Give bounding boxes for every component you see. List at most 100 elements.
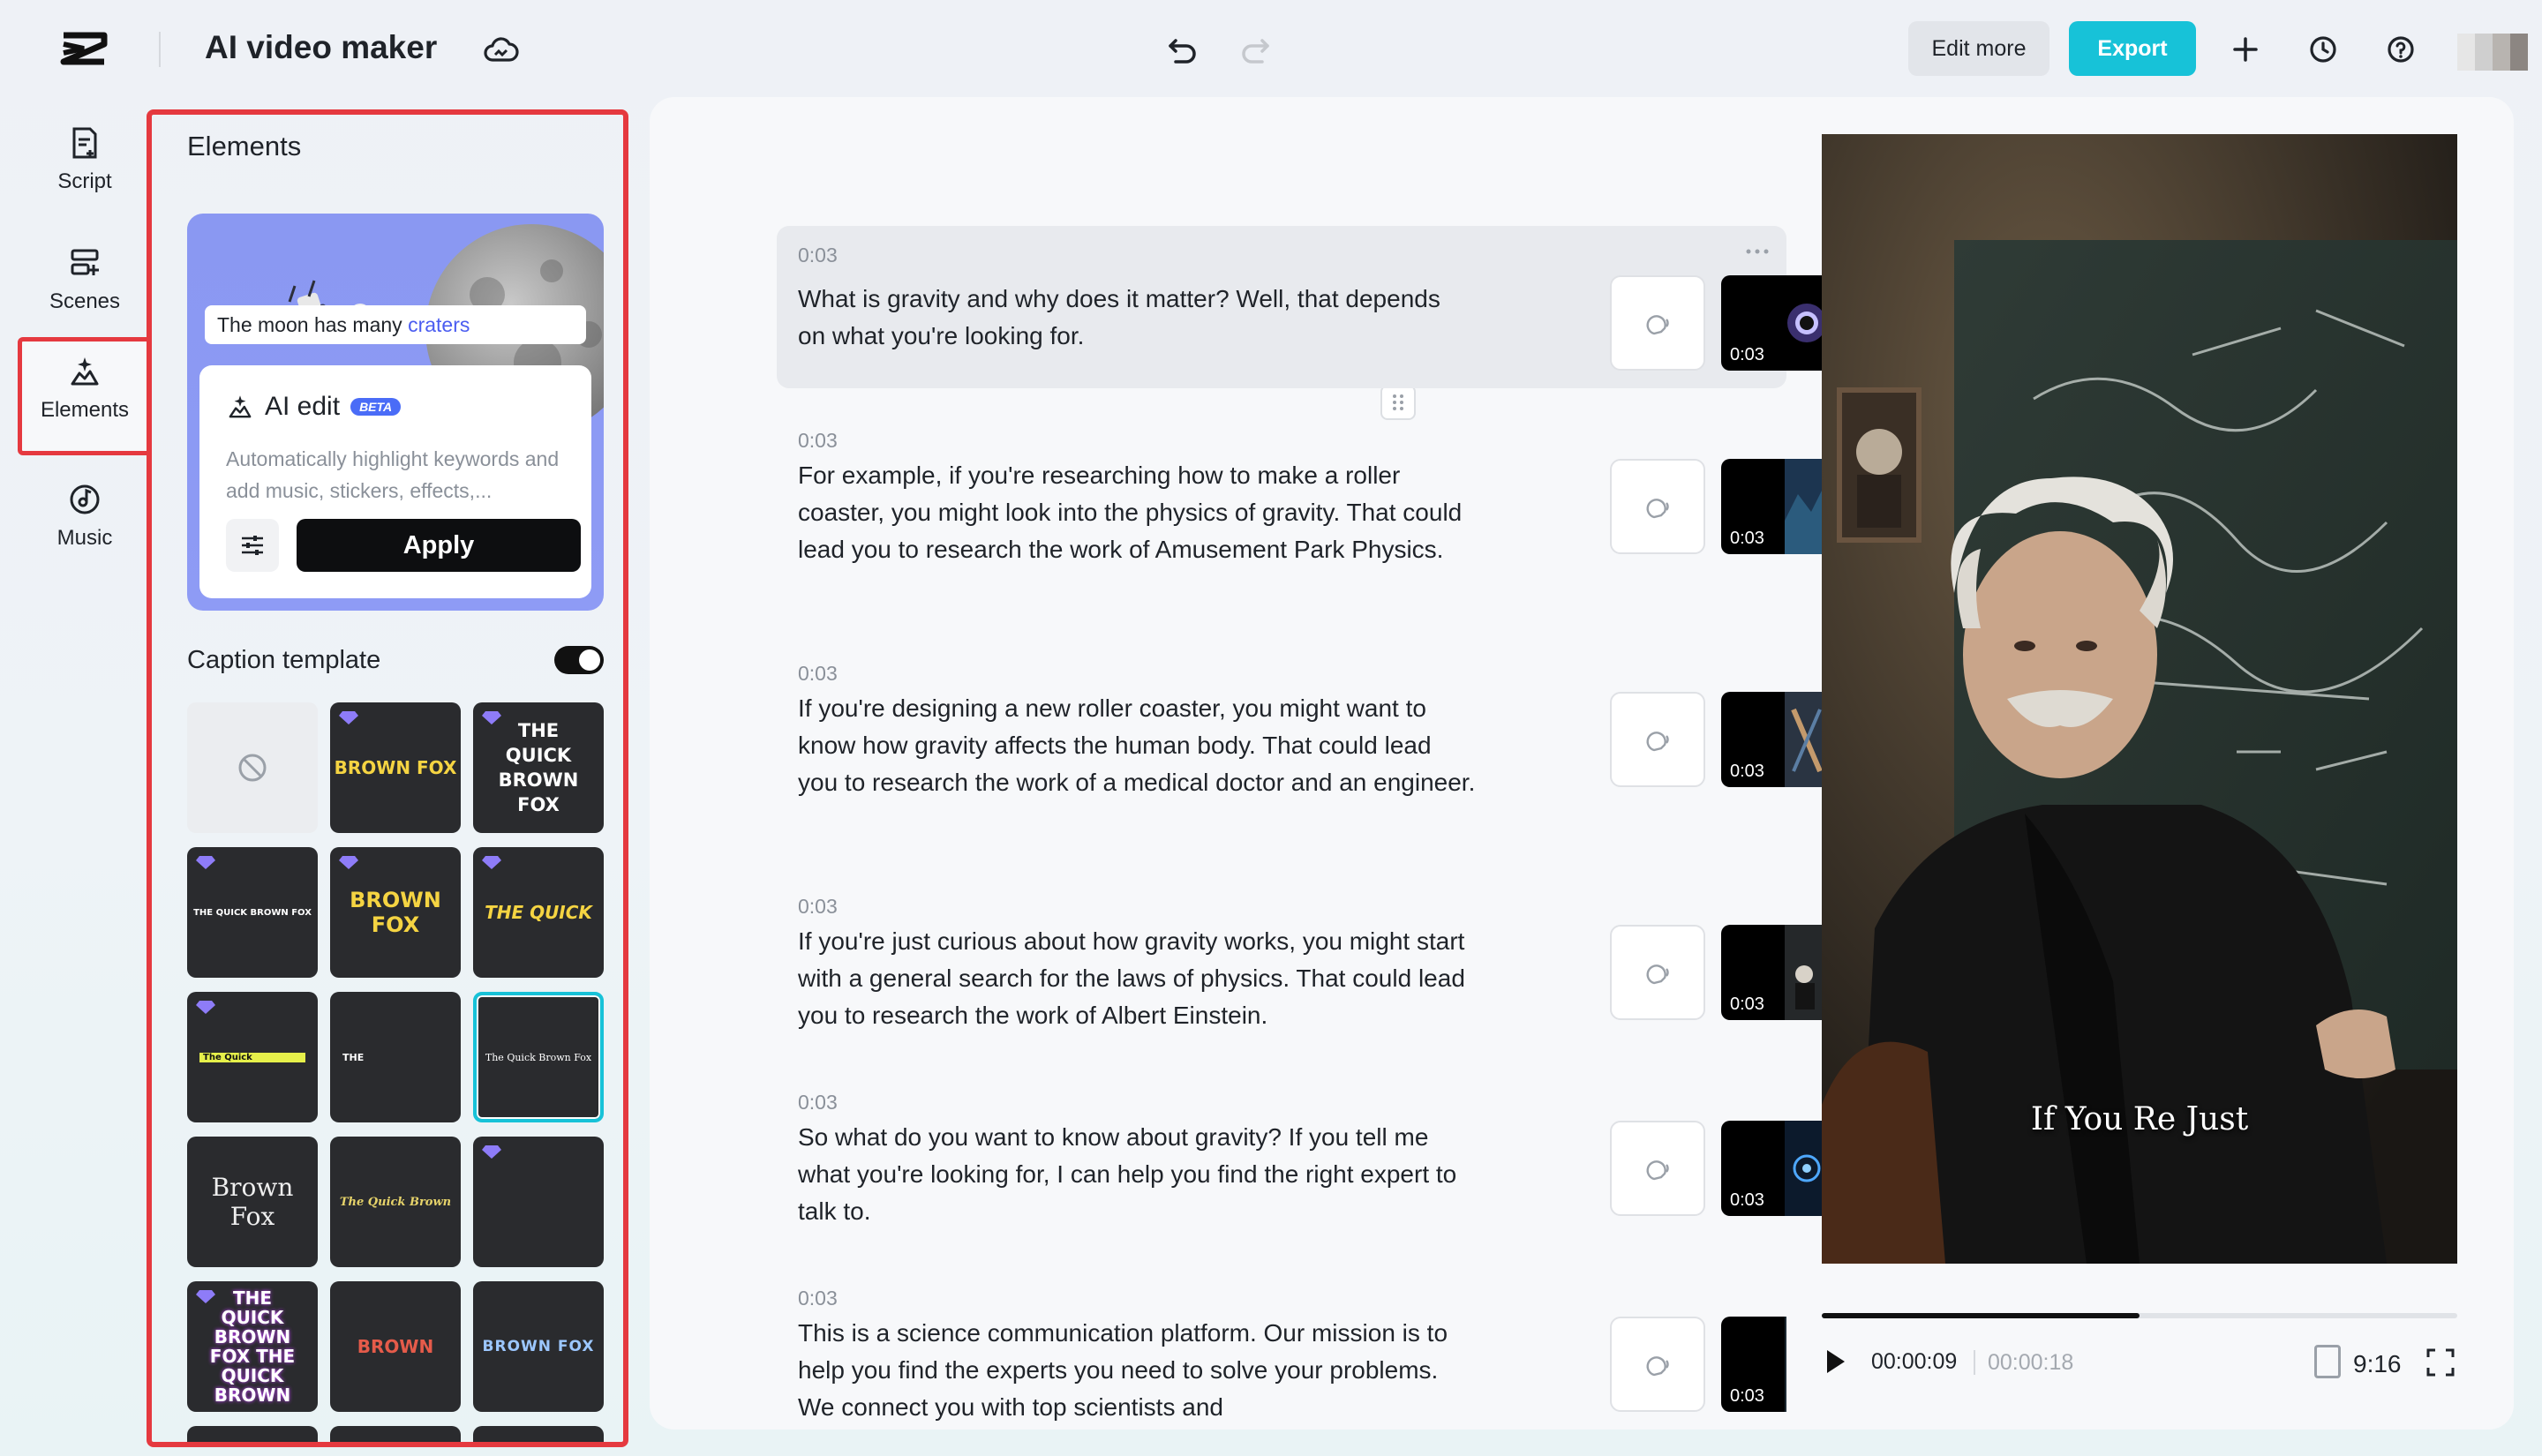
scene-duration: 0:03 xyxy=(1730,529,1764,549)
more-icon[interactable] xyxy=(1744,247,1771,256)
row-text[interactable]: So what do you want to know about gravit… xyxy=(798,1119,1469,1230)
progress-bar[interactable] xyxy=(1822,1313,2457,1318)
rail-item-scenes[interactable]: Scenes xyxy=(18,233,152,339)
template-tile[interactable]: THE QUICK xyxy=(473,847,604,978)
row-text[interactable]: What is gravity and why does it matter? … xyxy=(798,281,1469,355)
scene-image xyxy=(1785,1317,1786,1412)
premium-gem-icon xyxy=(339,709,358,725)
template-tile[interactable]: Brown Fox xyxy=(187,1137,318,1267)
voice-button[interactable] xyxy=(1610,1121,1705,1216)
video-preview[interactable]: If You Re Just xyxy=(1822,134,2457,1264)
template-tile[interactable]: THE QUICK BROWN FOX xyxy=(187,847,318,978)
template-tile[interactable]: BROWN FOX xyxy=(330,847,461,978)
row-text[interactable]: If you're designing a new roller coaster… xyxy=(798,690,1478,801)
help-icon[interactable] xyxy=(2381,30,2420,69)
settings-button[interactable] xyxy=(226,519,279,572)
row-text[interactable]: If you're just curious about how gravity… xyxy=(798,923,1469,1034)
preview-caption: If You Re Just xyxy=(1822,1101,2457,1137)
script-row[interactable]: 0:03 This is a science communication pla… xyxy=(777,1267,1786,1430)
row-text[interactable]: This is a science communication platform… xyxy=(798,1315,1469,1426)
template-tile-selected[interactable]: The Quick Brown Fox xyxy=(473,992,604,1122)
row-time: 0:03 xyxy=(798,429,838,453)
script-row[interactable]: 0:03 If you're just curious about how gr… xyxy=(777,875,1786,1052)
script-row-active[interactable]: 0:03 What is gravity and why does it mat… xyxy=(777,226,1786,388)
avatar[interactable] xyxy=(2457,34,2528,71)
template-text: THE QUICK BROWN FOX THE QUICK BROWN xyxy=(199,1288,305,1405)
apply-button[interactable]: Apply xyxy=(297,519,581,572)
template-tile[interactable]: THE QUICK BROWN FOX THE QUICK BROWN xyxy=(187,1281,318,1412)
template-text: The Quick Brown Fox xyxy=(485,1052,591,1063)
app-title: AI video maker xyxy=(205,29,437,66)
premium-gem-icon xyxy=(482,1144,501,1160)
template-text: THE xyxy=(342,1052,364,1063)
voice-button[interactable] xyxy=(1610,459,1705,554)
premium-gem-icon xyxy=(196,1288,215,1304)
template-tile[interactable] xyxy=(473,1137,604,1267)
template-text: The Quick Brown xyxy=(340,1196,451,1209)
sliders-icon xyxy=(238,531,267,559)
caption-template-toggle[interactable] xyxy=(554,646,604,674)
elements-icon xyxy=(67,354,102,389)
ai-edit-box: AI edit BETA Automatically highlight key… xyxy=(199,365,591,598)
rail-item-elements[interactable]: Elements xyxy=(18,337,152,455)
scene-duration: 0:03 xyxy=(1730,1190,1764,1211)
script-row[interactable]: 0:03 If you're designing a new roller co… xyxy=(777,642,1786,852)
rail-label: Scenes xyxy=(18,289,152,314)
voice-button[interactable] xyxy=(1610,1317,1705,1412)
template-text: BROWN FOX xyxy=(483,1338,595,1355)
cloud-sync-icon[interactable] xyxy=(482,32,519,69)
template-tile[interactable]: The Quick xyxy=(187,992,318,1122)
voice-button[interactable] xyxy=(1610,925,1705,1020)
ai-edit-icon xyxy=(226,393,254,421)
capcut-logo-icon[interactable] xyxy=(58,26,109,71)
voice-icon xyxy=(1645,1352,1673,1380)
rail-item-script[interactable]: Script xyxy=(18,113,152,219)
premium-gem-icon xyxy=(339,854,358,870)
rail-item-music[interactable]: Music xyxy=(18,469,152,575)
template-tile[interactable] xyxy=(473,1426,604,1447)
undo-icon[interactable] xyxy=(1163,30,1202,69)
template-tile[interactable] xyxy=(187,1426,318,1447)
voice-button[interactable] xyxy=(1610,275,1705,371)
preview-image xyxy=(1822,134,2457,1264)
redo-icon[interactable] xyxy=(1236,30,1275,69)
template-none[interactable] xyxy=(187,702,318,833)
fullscreen-icon[interactable] xyxy=(2425,1347,2456,1377)
template-text: BROWN FOX xyxy=(335,757,457,778)
progress-fill xyxy=(1822,1313,2140,1318)
edit-more-button[interactable]: Edit more xyxy=(1908,21,2049,76)
voice-icon xyxy=(1645,960,1673,988)
row-time: 0:03 xyxy=(798,244,838,267)
script-row[interactable]: 0:03 So what do you want to know about g… xyxy=(777,1071,1786,1248)
scene-duration: 0:03 xyxy=(1730,762,1764,782)
template-tile[interactable]: BROWN FOX xyxy=(473,1281,604,1412)
template-tile[interactable] xyxy=(330,1426,461,1447)
row-text[interactable]: For example, if you're researching how t… xyxy=(798,457,1469,568)
voice-icon xyxy=(1645,1156,1673,1184)
voice-icon xyxy=(1645,727,1673,755)
aspect-ratio-icon[interactable] xyxy=(2314,1345,2341,1378)
template-tile[interactable]: THE QUICK BROWN FOX xyxy=(473,702,604,833)
history-icon[interactable] xyxy=(2304,30,2343,69)
script-row[interactable]: 0:03 For example, if you're researching … xyxy=(777,409,1786,619)
elements-panel: Elements The moon has many craters xyxy=(147,109,628,1447)
voice-button[interactable] xyxy=(1610,692,1705,787)
total-time: 00:00:18 xyxy=(1988,1350,2073,1376)
no-template-icon xyxy=(235,750,270,785)
plus-icon[interactable] xyxy=(2226,30,2265,69)
row-time: 0:03 xyxy=(798,1091,838,1115)
caption-text: The moon has many xyxy=(217,313,402,336)
scenes-icon xyxy=(67,245,102,281)
template-text: THE QUICK BROWN FOX xyxy=(193,908,312,918)
template-tile[interactable]: THE xyxy=(330,992,461,1122)
template-tile[interactable]: The Quick Brown xyxy=(330,1137,461,1267)
play-icon[interactable] xyxy=(1824,1347,1848,1377)
template-tile[interactable]: BROWN FOX xyxy=(330,702,461,833)
template-tile[interactable]: BROWN xyxy=(330,1281,461,1412)
aspect-ratio-label[interactable]: 9:16 xyxy=(2353,1350,2402,1378)
scene-thumbnail[interactable]: 0:03 xyxy=(1721,1317,1786,1412)
premium-gem-icon xyxy=(196,999,215,1015)
template-text: THE QUICK xyxy=(485,902,592,923)
export-button[interactable]: Export xyxy=(2069,21,2196,76)
template-text: BROWN xyxy=(357,1336,433,1357)
